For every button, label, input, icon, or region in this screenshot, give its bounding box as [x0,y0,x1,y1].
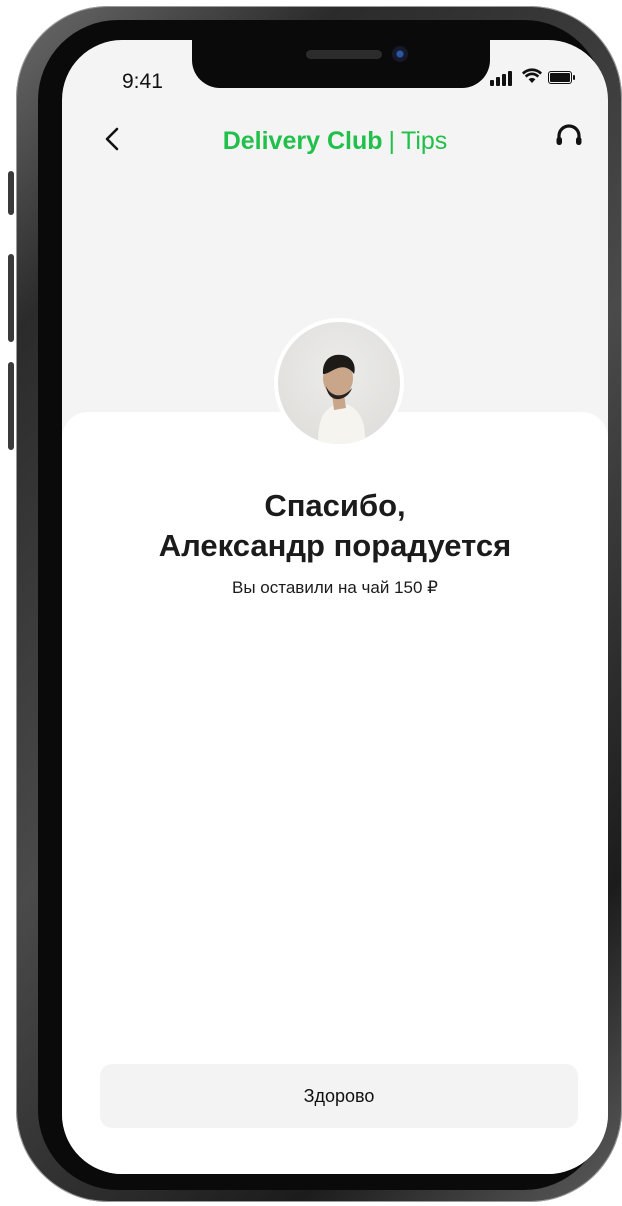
notch [192,40,490,88]
title-line-2: Александр порадуется [158,528,512,563]
headset-icon[interactable] [552,120,586,154]
nav-bar: Delivery Club | Tips [62,110,608,170]
side-button-volume-down [8,362,14,450]
status-time: 9:41 [122,70,163,93]
section-name: Tips [400,127,448,155]
speaker-grille [306,50,382,59]
thank-you-title: Спасибо, Александр порадуется [62,486,608,566]
courier-photo [278,322,400,444]
wifi-icon [522,68,542,83]
side-button-mute [8,171,14,215]
signal-icon [490,70,512,86]
screen: 9:41 Delivery Club | Tips Спасибо, Алекс… [62,40,608,1174]
person-illustration [318,354,366,444]
front-camera [392,46,408,62]
status-icons [490,66,590,88]
phone-frame: 9:41 Delivery Club | Tips Спасибо, Алекс… [8,6,622,1202]
done-button-label: Здорово [303,1085,375,1106]
tip-amount-text: Вы оставили на чай 150 ₽ [232,578,438,597]
brand-name: Delivery Club [222,127,383,155]
done-button[interactable]: Здорово [100,1064,578,1128]
title-line-1: Спасибо, [264,488,406,523]
header-title: Delivery Club | Tips [62,126,608,156]
battery-icon [548,71,575,84]
side-button-volume-up [8,254,14,342]
title-separator: | [388,127,395,155]
avatar [274,318,404,448]
